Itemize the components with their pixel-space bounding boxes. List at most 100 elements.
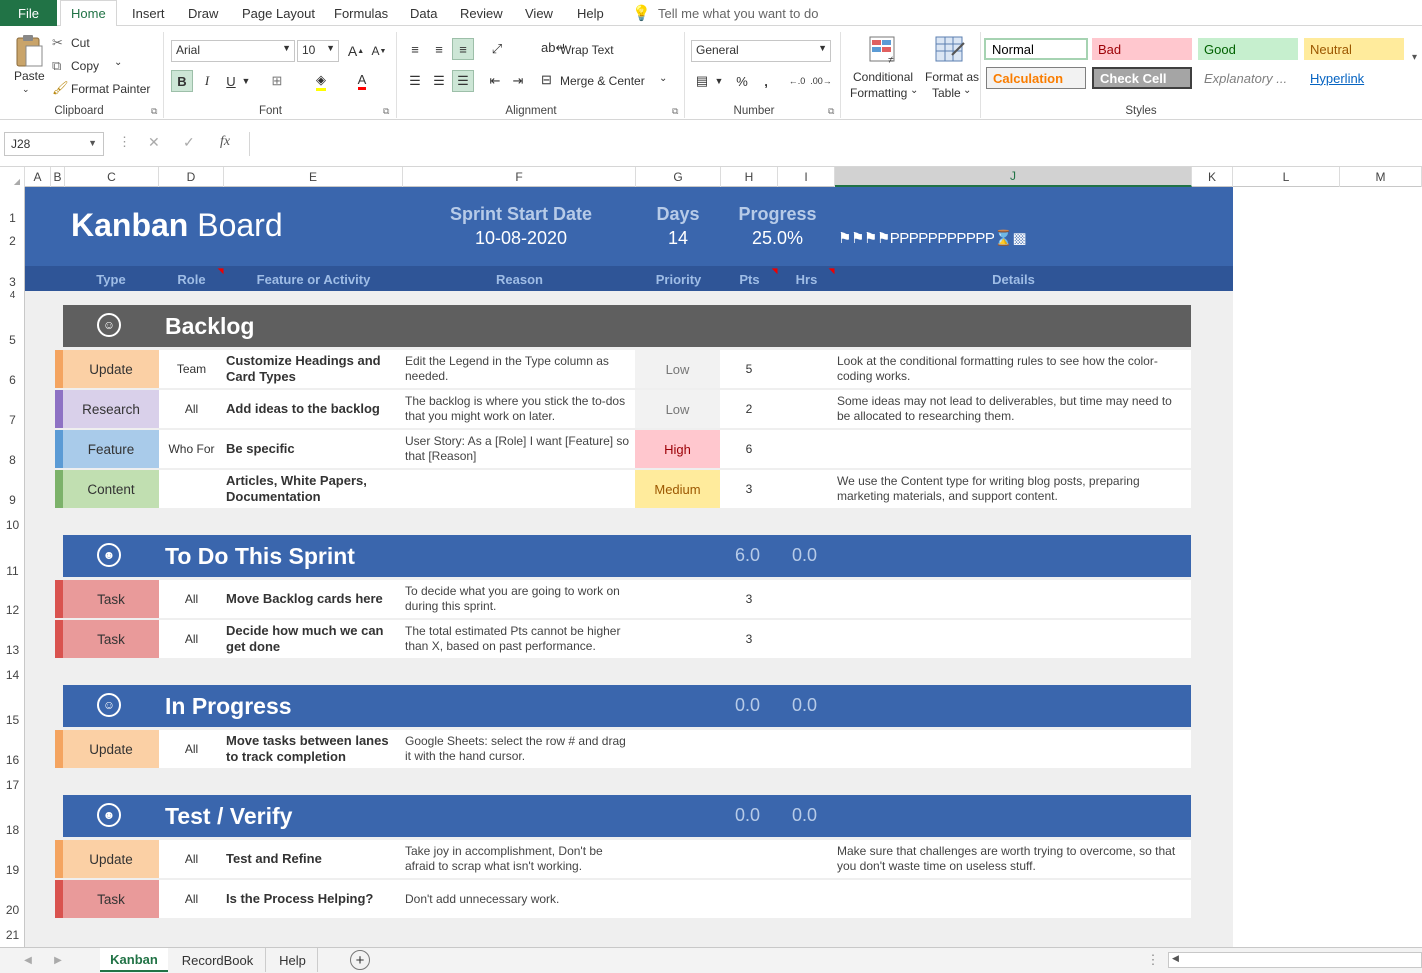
sheet-tab-kanban[interactable]: Kanban — [100, 948, 168, 972]
card-type[interactable]: Task — [63, 880, 159, 918]
align-center-icon[interactable]: ☰ — [428, 70, 450, 92]
card-pts[interactable] — [720, 840, 778, 878]
font-name-select[interactable]: Arial ▼ — [171, 40, 295, 62]
kanban-card[interactable]: Update All Move tasks between lanes to tra… — [55, 730, 1191, 768]
row-header[interactable]: 3 — [0, 275, 25, 289]
kanban-card[interactable]: Update Team Customize Headings and Card Ty… — [55, 350, 1191, 388]
row-header[interactable]: 19 — [0, 863, 25, 877]
underline-dropdown-icon[interactable]: ▼ — [240, 70, 252, 92]
card-priority[interactable] — [635, 840, 720, 878]
column-header-l[interactable]: L — [1233, 167, 1340, 187]
number-format-select[interactable]: General ▼ — [691, 40, 831, 62]
paste-dropdown-icon[interactable]: ⌄ — [22, 84, 30, 95]
sheet-tab-help[interactable]: Help — [268, 948, 318, 972]
enter-icon[interactable]: ✓ — [183, 134, 195, 151]
formula-input[interactable] — [249, 132, 1422, 156]
kanban-card[interactable]: Research All Add ideas to the backlog The b… — [55, 390, 1191, 428]
row-header[interactable]: 10 — [0, 518, 25, 532]
row-header[interactable]: 7 — [0, 413, 25, 427]
card-pts[interactable] — [720, 880, 778, 918]
card-role[interactable]: All — [159, 730, 224, 768]
card-feature[interactable]: Move tasks between lanes to track comple… — [226, 730, 401, 768]
card-reason[interactable]: User Story: As a [Role] I want [Feature]… — [405, 430, 635, 468]
row-header[interactable]: 12 — [0, 603, 25, 617]
font-size-select[interactable]: 10 ▼ — [297, 40, 339, 62]
card-priority[interactable] — [635, 730, 720, 768]
card-pts[interactable]: 3 — [720, 620, 778, 658]
card-reason[interactable]: Google Sheets: select the row # and drag… — [405, 730, 635, 768]
style-explanatory[interactable]: Explanatory ... — [1198, 67, 1298, 89]
merge-center-button[interactable]: Merge & Center — [560, 74, 645, 88]
accounting-icon[interactable]: ▤ — [691, 70, 713, 92]
column-header-i[interactable]: I — [778, 167, 835, 187]
card-details[interactable]: Make sure that challenges are worth tryi… — [837, 840, 1187, 878]
merge-dropdown-icon[interactable]: ⌄ — [659, 73, 667, 84]
card-details[interactable] — [837, 620, 1187, 658]
scroll-right-icon[interactable]: ▶ — [50, 948, 66, 972]
card-priority[interactable]: High — [635, 430, 720, 468]
comma-button[interactable]: , — [755, 70, 777, 92]
style-hyperlink[interactable]: Hyperlink — [1304, 67, 1404, 89]
cut-button[interactable]: Cut — [71, 36, 90, 50]
percent-button[interactable]: % — [731, 70, 753, 92]
column-header-h[interactable]: H — [721, 167, 778, 187]
column-header-f[interactable]: F — [403, 167, 636, 187]
column-header-b[interactable]: B — [51, 167, 65, 187]
row-header[interactable]: 4 — [0, 290, 25, 301]
card-pts[interactable] — [720, 730, 778, 768]
increase-indent-icon[interactable]: ⇥ — [507, 70, 529, 92]
card-feature[interactable]: Move Backlog cards here — [226, 580, 401, 618]
format-painter-button[interactable]: Format Painter — [71, 82, 150, 96]
card-feature[interactable]: Decide how much we can get done — [226, 620, 401, 658]
card-priority[interactable] — [635, 620, 720, 658]
tab-formulas[interactable]: Formulas — [334, 0, 388, 26]
kanban-card[interactable]: Content Articles, White Papers, Documenta… — [55, 470, 1191, 508]
column-header-m[interactable]: M — [1340, 167, 1422, 187]
card-priority[interactable]: Low — [635, 350, 720, 388]
add-sheet-button[interactable]: + — [350, 950, 370, 970]
row-header[interactable]: 9 — [0, 493, 25, 507]
card-details[interactable] — [837, 430, 1187, 468]
card-pts[interactable]: 6 — [720, 430, 778, 468]
tab-data[interactable]: Data — [410, 0, 437, 26]
empty-cells-area[interactable] — [1233, 187, 1422, 947]
card-role[interactable]: All — [159, 880, 224, 918]
tab-review[interactable]: Review — [460, 0, 503, 26]
column-header-e[interactable]: E — [224, 167, 403, 187]
tab-splitter-icon[interactable]: ⋮ — [1147, 948, 1160, 972]
card-role[interactable]: All — [159, 580, 224, 618]
card-details[interactable] — [837, 730, 1187, 768]
tab-help[interactable]: Help — [577, 0, 604, 26]
format-as-table-button[interactable]: Format as — [925, 70, 979, 84]
card-pts[interactable]: 3 — [720, 580, 778, 618]
row-header[interactable]: 18 — [0, 823, 25, 837]
card-details[interactable]: Some ideas may not lead to deliverables,… — [837, 390, 1187, 428]
row-header[interactable]: 17 — [0, 778, 25, 792]
bold-button[interactable]: B — [171, 70, 193, 92]
accounting-dropdown-icon[interactable]: ▼ — [713, 70, 725, 92]
row-header[interactable]: 6 — [0, 373, 25, 387]
kanban-card[interactable]: Task All Is the Process Helping? Don't add … — [55, 880, 1191, 918]
card-priority[interactable] — [635, 580, 720, 618]
align-bottom-icon[interactable]: ≡ — [452, 38, 474, 60]
card-type[interactable]: Feature — [63, 430, 159, 468]
card-reason[interactable]: Edit the Legend in the Type column as ne… — [405, 350, 635, 388]
card-reason[interactable]: The backlog is where you stick the to-do… — [405, 390, 635, 428]
tab-home[interactable]: Home — [60, 0, 117, 27]
card-pts[interactable]: 2 — [720, 390, 778, 428]
card-feature[interactable]: Is the Process Helping? — [226, 880, 401, 918]
row-header[interactable]: 15 — [0, 713, 25, 727]
kanban-card[interactable]: Task All Decide how much we can get done Th… — [55, 620, 1191, 658]
file-tab[interactable]: File — [0, 0, 57, 26]
row-header[interactable]: 1 — [0, 211, 25, 225]
conditional-formatting-button[interactable]: Conditional — [853, 70, 913, 84]
card-type[interactable]: Update — [63, 350, 159, 388]
styles-scroll-icon[interactable]: ▾ — [1412, 52, 1417, 63]
align-left-icon[interactable]: ☰ — [404, 70, 426, 92]
kanban-card[interactable]: Task All Move Backlog cards here To decide … — [55, 580, 1191, 618]
card-role[interactable]: Who For — [159, 430, 224, 468]
font-launcher-icon[interactable]: ⧉ — [383, 106, 389, 117]
row-header[interactable]: 21 — [0, 928, 25, 942]
card-type[interactable]: Update — [63, 840, 159, 878]
scroll-left-icon[interactable]: ◀ — [20, 948, 36, 972]
